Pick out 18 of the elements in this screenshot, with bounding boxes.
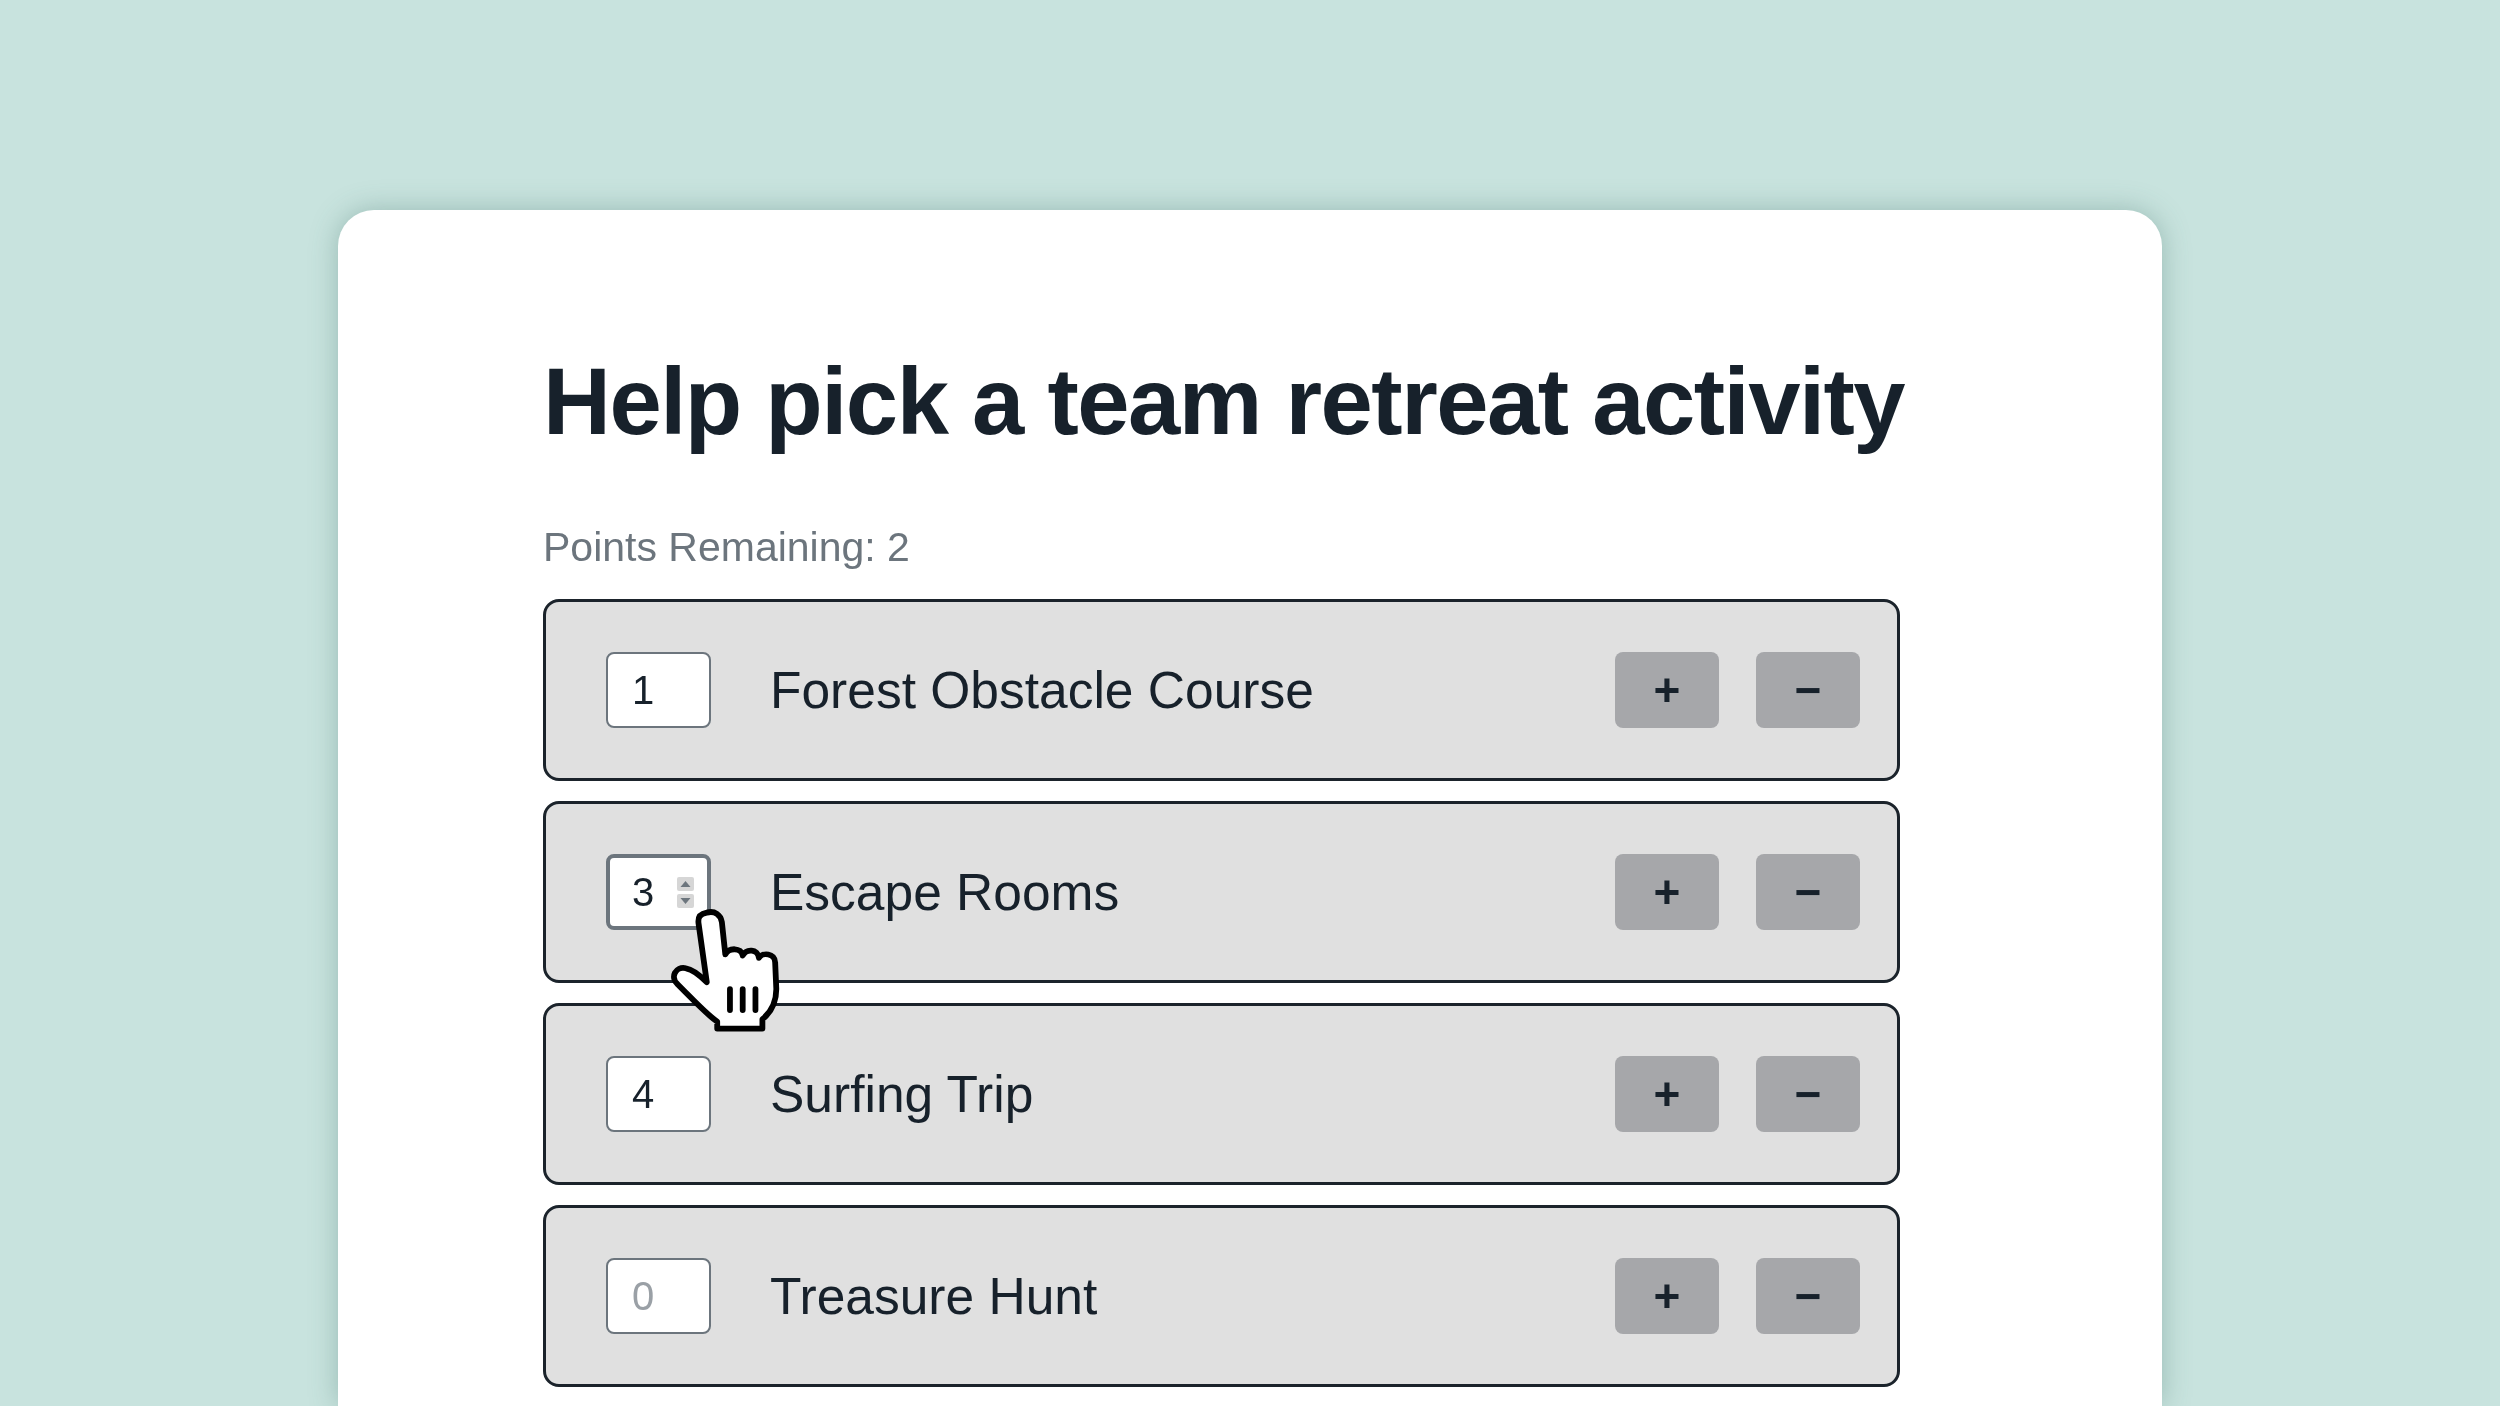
decrease-button[interactable]: − [1756,1258,1860,1334]
number-input[interactable]: 1 [606,652,711,728]
option-label: Forest Obstacle Course [770,660,1315,720]
number-input[interactable]: 3 [606,854,711,930]
page-title: Help pick a team retreat activity [543,348,1906,456]
decrease-button[interactable]: − [1756,854,1860,930]
increase-button[interactable]: + [1615,652,1719,728]
option-label: Treasure Hunt [770,1266,1099,1326]
points-remaining-text: Points Remaining: 2 [543,522,911,572]
decrease-button[interactable]: − [1756,1056,1860,1132]
option-label: Escape Rooms [770,862,1121,922]
number-input[interactable]: 4 [606,1056,711,1132]
decrease-button[interactable]: − [1756,652,1860,728]
increase-button[interactable]: + [1615,1056,1719,1132]
increase-button[interactable]: + [1615,854,1719,930]
spinner-arrows-icon[interactable] [677,877,694,908]
increase-button[interactable]: + [1615,1258,1719,1334]
option-label: Surfing Trip [770,1064,1035,1124]
